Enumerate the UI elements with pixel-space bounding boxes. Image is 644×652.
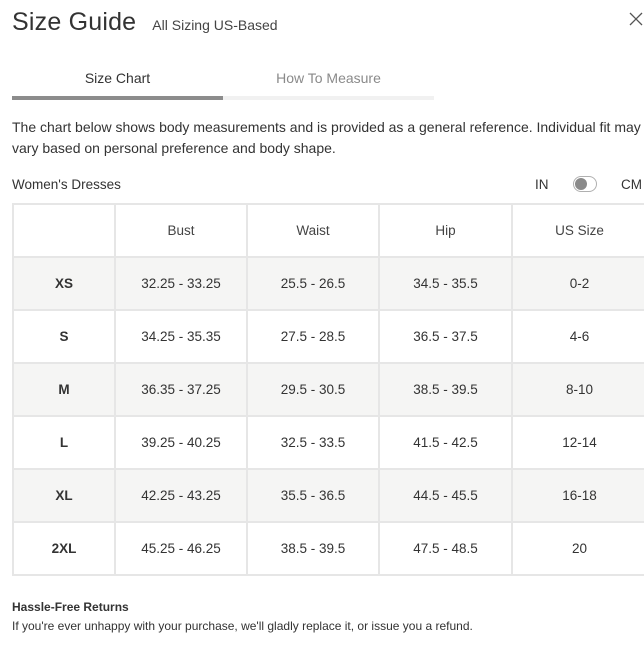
hip-cell: 41.5 - 42.5 <box>378 415 513 470</box>
size-cell: S <box>12 309 116 364</box>
size-cell: M <box>12 362 116 417</box>
category-label: Women's Dresses <box>12 177 121 192</box>
size-cell: XS <box>12 256 116 311</box>
hip-cell: 44.5 - 45.5 <box>378 468 513 523</box>
column-header <box>12 203 116 258</box>
us-size-cell: 4-6 <box>511 309 644 364</box>
us-size-cell: 16-18 <box>511 468 644 523</box>
waist-cell: 25.5 - 26.5 <box>246 256 380 311</box>
table-row: L 39.25 - 40.25 32.5 - 33.5 41.5 - 42.5 … <box>12 415 644 470</box>
chart-description: The chart below shows body measurements … <box>12 119 641 156</box>
size-chart-table: Bust Waist Hip US Size XS 32.25 - 33.25 … <box>12 203 644 576</box>
hip-cell: 47.5 - 48.5 <box>378 521 513 576</box>
tab-how-to-measure[interactable]: How To Measure <box>223 60 434 96</box>
bust-cell: 34.25 - 35.35 <box>114 309 248 364</box>
size-cell: XL <box>12 468 116 523</box>
hip-cell: 38.5 - 39.5 <box>378 362 513 417</box>
table-row: S 34.25 - 35.35 27.5 - 28.5 36.5 - 37.5 … <box>12 309 644 364</box>
page-title: Size Guide <box>12 8 137 36</box>
us-size-cell: 12-14 <box>511 415 644 470</box>
unit-label-in[interactable]: IN <box>535 177 549 192</box>
table-row: XS 32.25 - 33.25 25.5 - 26.5 34.5 - 35.5… <box>12 256 644 311</box>
section-header: Women's Dresses IN CM <box>12 175 644 197</box>
waist-cell: 32.5 - 33.5 <box>246 415 380 470</box>
size-cell: L <box>12 415 116 470</box>
tab-size-chart[interactable]: Size Chart <box>12 60 223 96</box>
us-size-cell: 20 <box>511 521 644 576</box>
column-header-waist: Waist <box>246 203 380 258</box>
toggle-knob <box>575 178 587 190</box>
bust-cell: 45.25 - 46.25 <box>114 521 248 576</box>
bust-cell: 36.35 - 37.25 <box>114 362 248 417</box>
page-subtitle: All Sizing US-Based <box>152 17 278 33</box>
returns-title: Hassle-Free Returns <box>12 600 129 614</box>
waist-cell: 27.5 - 28.5 <box>246 309 380 364</box>
active-tab-indicator <box>12 96 223 100</box>
hip-cell: 34.5 - 35.5 <box>378 256 513 311</box>
bust-cell: 39.25 - 40.25 <box>114 415 248 470</box>
unit-toggle[interactable] <box>573 176 597 192</box>
waist-cell: 38.5 - 39.5 <box>246 521 380 576</box>
column-header-us-size: US Size <box>511 203 644 258</box>
table-row: XL 42.25 - 43.25 35.5 - 36.5 44.5 - 45.5… <box>12 468 644 523</box>
table-row: M 36.35 - 37.25 29.5 - 30.5 38.5 - 39.5 … <box>12 362 644 417</box>
size-cell: 2XL <box>12 521 116 576</box>
table-row: 2XL 45.25 - 46.25 38.5 - 39.5 47.5 - 48.… <box>12 521 644 576</box>
us-size-cell: 8-10 <box>511 362 644 417</box>
us-size-cell: 0-2 <box>511 256 644 311</box>
size-guide-modal: Size Guide All Sizing US-Based Size Char… <box>0 0 644 652</box>
unit-label-cm[interactable]: CM <box>621 177 642 192</box>
close-icon <box>629 12 643 26</box>
tab-bar: Size Chart How To Measure <box>12 60 434 100</box>
returns-text: If you're ever unhappy with your purchas… <box>12 619 473 633</box>
column-header-bust: Bust <box>114 203 248 258</box>
column-header-hip: Hip <box>378 203 513 258</box>
bust-cell: 42.25 - 43.25 <box>114 468 248 523</box>
close-button[interactable] <box>628 10 644 28</box>
hip-cell: 36.5 - 37.5 <box>378 309 513 364</box>
bust-cell: 32.25 - 33.25 <box>114 256 248 311</box>
waist-cell: 35.5 - 36.5 <box>246 468 380 523</box>
header: Size Guide All Sizing US-Based <box>12 8 278 37</box>
waist-cell: 29.5 - 30.5 <box>246 362 380 417</box>
table-header-row: Bust Waist Hip US Size <box>12 203 644 258</box>
